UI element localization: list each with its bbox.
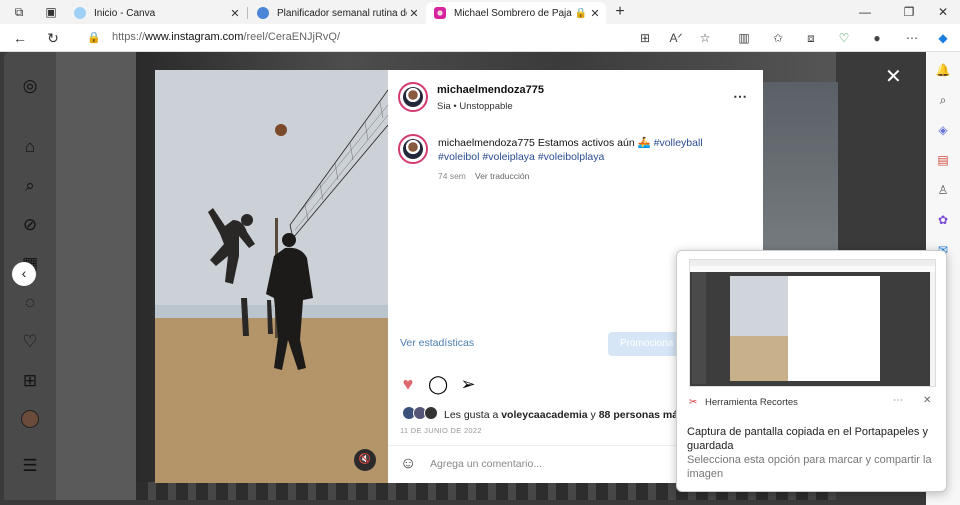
canva-favicon-icon — [74, 7, 86, 19]
tab-label: Michael Sombrero de Paja 🔒 (( — [454, 7, 588, 19]
screenshot-preview — [690, 260, 935, 386]
tools-briefcase-icon[interactable]: ▤ — [935, 152, 951, 168]
comment-icon[interactable]: ◯ — [428, 374, 448, 394]
address-bar: ← ↻ 🔒 https://www.instagram.com/reel/Cer… — [0, 24, 960, 52]
likes-prefix: Les gusta a — [444, 409, 502, 421]
browser-essentials-icon[interactable]: ♡ — [836, 30, 852, 46]
translate-link[interactable]: Ver traducción — [475, 171, 529, 181]
collections-icon[interactable]: ⧈ — [803, 30, 819, 46]
post-modal: 🔇 michaelmendoza775 Sia • Unstoppable ⋯ … — [155, 70, 763, 483]
close-tab-icon[interactable]: ✕ — [588, 7, 602, 20]
post-age: 74 sem — [438, 171, 466, 181]
sidebar-search-icon[interactable]: ⌕ — [935, 92, 951, 108]
likes-user[interactable]: voleycaacademia — [501, 409, 587, 421]
close-tab-icon[interactable]: ✕ — [407, 7, 421, 20]
mute-icon[interactable]: 🔇 — [354, 449, 376, 471]
snipping-tool-icon: ✂ — [689, 397, 698, 408]
favorite-star-icon[interactable]: ☆ — [697, 30, 713, 46]
chevron-left-icon[interactable]: ‹ — [12, 262, 36, 286]
more-icon[interactable]: ⋯ — [733, 88, 747, 105]
emoji-icon[interactable]: ☺ — [400, 455, 416, 473]
snipping-tool-notification[interactable]: ✂ Herramienta Recortes ⋯ ✕ Captura de pa… — [676, 250, 947, 492]
tab-canva[interactable]: Inicio - Canva ✕ — [66, 2, 246, 24]
likes-count[interactable]: 88 personas más — [599, 409, 684, 421]
author-avatar[interactable] — [398, 82, 428, 112]
shopping-tag-icon[interactable]: ◈ — [935, 122, 951, 138]
new-tab-icon[interactable]: + — [612, 4, 628, 20]
minimize-icon[interactable]: — — [857, 4, 873, 20]
reel-video[interactable]: 🔇 — [155, 70, 388, 483]
profile-avatar-icon[interactable] — [20, 410, 40, 430]
url-path: /reel/CeraENJjRvQ/ — [243, 31, 341, 43]
close-window-icon[interactable]: ✕ — [935, 4, 951, 20]
workspaces-icon[interactable]: ⧉ — [11, 4, 27, 20]
globe-favicon-icon — [257, 7, 269, 19]
read-aloud-icon[interactable]: Aᐟ — [668, 30, 684, 46]
url-domain: www.instagram.com — [145, 31, 244, 43]
comment-input[interactable]: Agrega un comentario... — [430, 458, 542, 470]
tab-separator — [247, 7, 248, 19]
caption: michaelmendoza775 Estamos activos aún 🚣 … — [438, 136, 738, 164]
explore-icon[interactable]: ⊘ — [20, 215, 40, 235]
share-icon[interactable]: ➢ — [458, 374, 478, 394]
tab-instagram[interactable]: Michael Sombrero de Paja 🔒 (( ✕ — [426, 2, 606, 24]
office-icon[interactable]: ✿ — [935, 212, 951, 228]
settings-more-icon[interactable]: ⋯ — [904, 30, 920, 46]
profile-icon[interactable]: ● — [869, 30, 885, 46]
search-icon[interactable]: ⌕ — [20, 176, 40, 196]
tab-label: Planificador semanal rutina de ej — [277, 7, 407, 19]
toast-hint: Selecciona esta opción para marcar y com… — [687, 454, 932, 480]
toast-close-icon[interactable]: ✕ — [923, 395, 931, 406]
create-icon[interactable]: ⊞ — [20, 371, 40, 391]
caption-avatar[interactable] — [398, 134, 428, 164]
url-field[interactable]: https://www.instagram.com/reel/CeraENJjR… — [112, 31, 340, 43]
volleyball-scene — [155, 70, 388, 483]
background-reel-left — [56, 52, 136, 500]
tab-bar: ⧉ ▣ Inicio - Canva ✕ Planificador semana… — [0, 0, 960, 24]
likes-summary: Les gusta a voleycaacademia y 88 persona… — [444, 409, 684, 421]
back-icon[interactable]: ← — [12, 30, 28, 46]
favorites-icon[interactable]: ✩ — [770, 30, 786, 46]
games-icon[interactable]: ♙ — [935, 182, 951, 198]
toast-more-icon[interactable]: ⋯ — [893, 395, 903, 406]
post-date: 11 DE JUNIO DE 2022 — [400, 426, 482, 435]
caption-username[interactable]: michaelmendoza775 — [438, 137, 535, 149]
messenger-icon[interactable]: ◌ — [20, 293, 40, 313]
toast-message: Captura de pantalla copiada en el Portap… — [687, 426, 928, 452]
screenshot-thumbnail[interactable] — [689, 259, 936, 387]
app-available-icon[interactable]: ⊞ — [637, 30, 653, 46]
caption-text: Estamos activos aún 🚣 — [534, 137, 654, 149]
close-tab-icon[interactable]: ✕ — [228, 7, 242, 20]
notifications-heart-icon[interactable]: ♡ — [20, 332, 40, 352]
author-username[interactable]: michaelmendoza775 — [437, 84, 544, 96]
instagram-favicon-icon — [434, 7, 446, 19]
audio-track[interactable]: Sia • Unstoppable — [437, 101, 513, 112]
hashtag-volleyball[interactable]: #volleyball — [654, 137, 703, 149]
url-scheme: https:// — [112, 31, 146, 43]
refresh-icon[interactable]: ↻ — [45, 30, 61, 46]
copilot-icon[interactable]: ◆ — [935, 30, 951, 46]
toast-app-name: Herramienta Recortes — [705, 397, 798, 408]
view-stats-link[interactable]: Ver estadísticas — [400, 337, 474, 349]
liker-avatar — [424, 406, 438, 420]
close-icon[interactable]: ✕ — [885, 64, 902, 89]
home-icon[interactable]: ⌂ — [20, 137, 40, 157]
likes-mid: y — [587, 409, 599, 421]
menu-icon[interactable]: ☰ — [20, 456, 40, 476]
split-screen-icon[interactable]: ▥ — [736, 30, 752, 46]
tab-planificador[interactable]: Planificador semanal rutina de ej ✕ — [249, 2, 425, 24]
tab-actions-icon[interactable]: ▣ — [43, 4, 59, 20]
like-icon[interactable]: ♥ — [398, 374, 418, 394]
instagram-logo-icon[interactable]: ◎ — [20, 76, 40, 96]
hashtags[interactable]: #voleibol #voleiplaya #voleibolplaya — [438, 151, 604, 163]
notifications-icon[interactable]: 🔔 — [935, 62, 951, 78]
lock-icon[interactable]: 🔒 — [86, 30, 102, 46]
tab-label: Inicio - Canva — [94, 7, 156, 19]
maximize-icon[interactable]: ❐ — [901, 4, 917, 20]
